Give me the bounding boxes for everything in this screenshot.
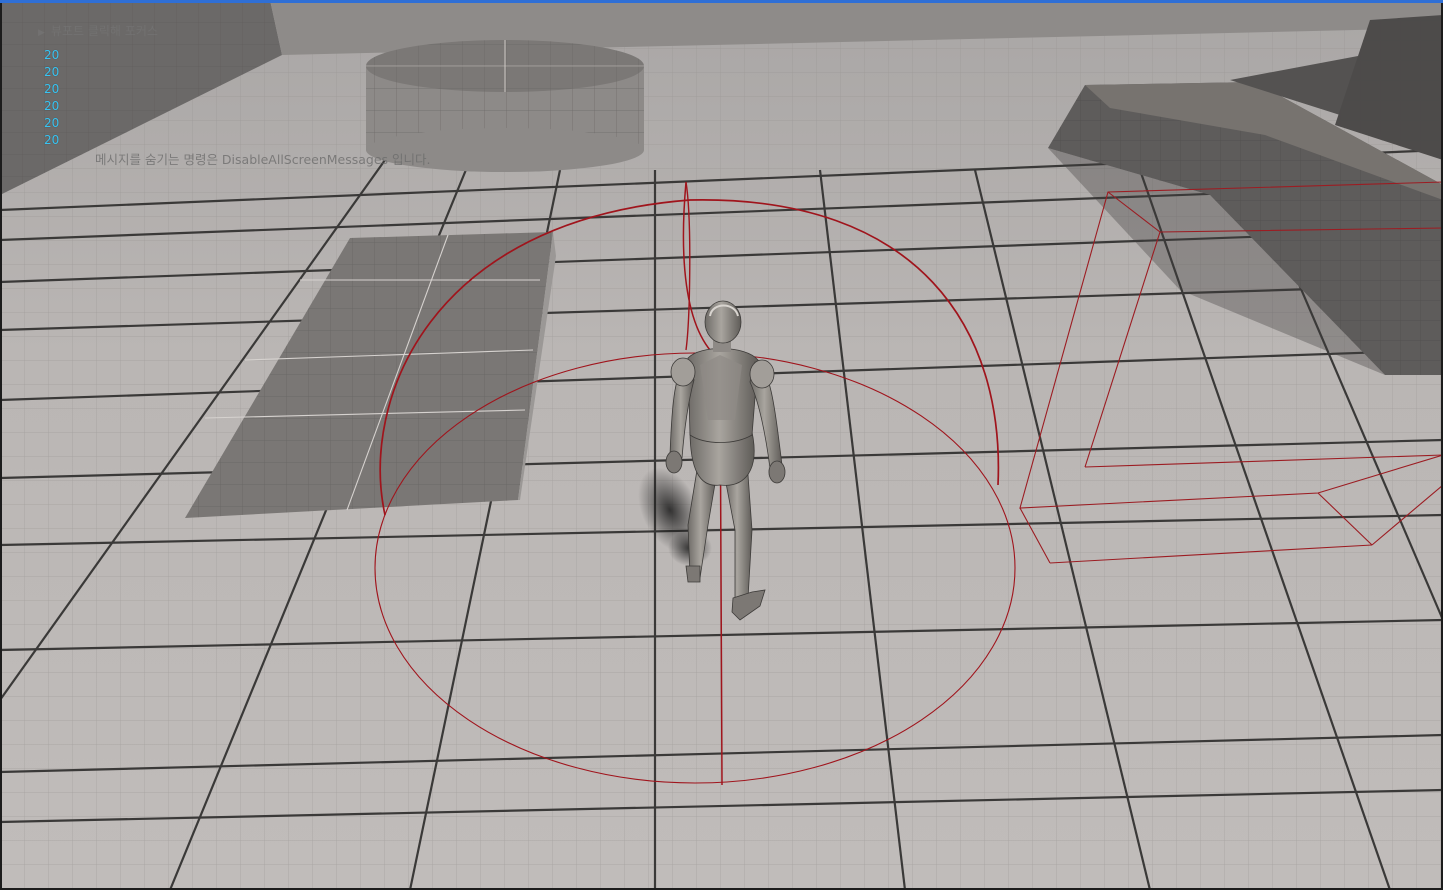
- debug-message: 20: [44, 65, 60, 79]
- viewport-focus-bar: [0, 0, 1443, 3]
- triangle-right-icon: ▶: [38, 28, 45, 38]
- play-hint-text: 뷰포트 클릭해 포커스: [50, 24, 158, 38]
- debug-message: 20: [44, 133, 60, 147]
- disable-messages-hint: 메시지를 숨기는 명령은 DisableAllScreenMessages 입니…: [95, 152, 431, 167]
- level-scene: [0, 0, 1443, 890]
- viewport-play-hint: ▶ 뷰포트 클릭해 포커스: [38, 22, 158, 39]
- debug-message: 20: [44, 82, 60, 96]
- debug-message: 20: [44, 99, 60, 113]
- debug-message: 20: [44, 116, 60, 130]
- debug-message: 20: [44, 48, 60, 62]
- on-screen-debug-messages: 20 20 20 20 20 20: [44, 47, 59, 149]
- game-viewport[interactable]: ▶ 뷰포트 클릭해 포커스 20 20 20 20 20 20 메시지를 숨기는 …: [0, 0, 1443, 890]
